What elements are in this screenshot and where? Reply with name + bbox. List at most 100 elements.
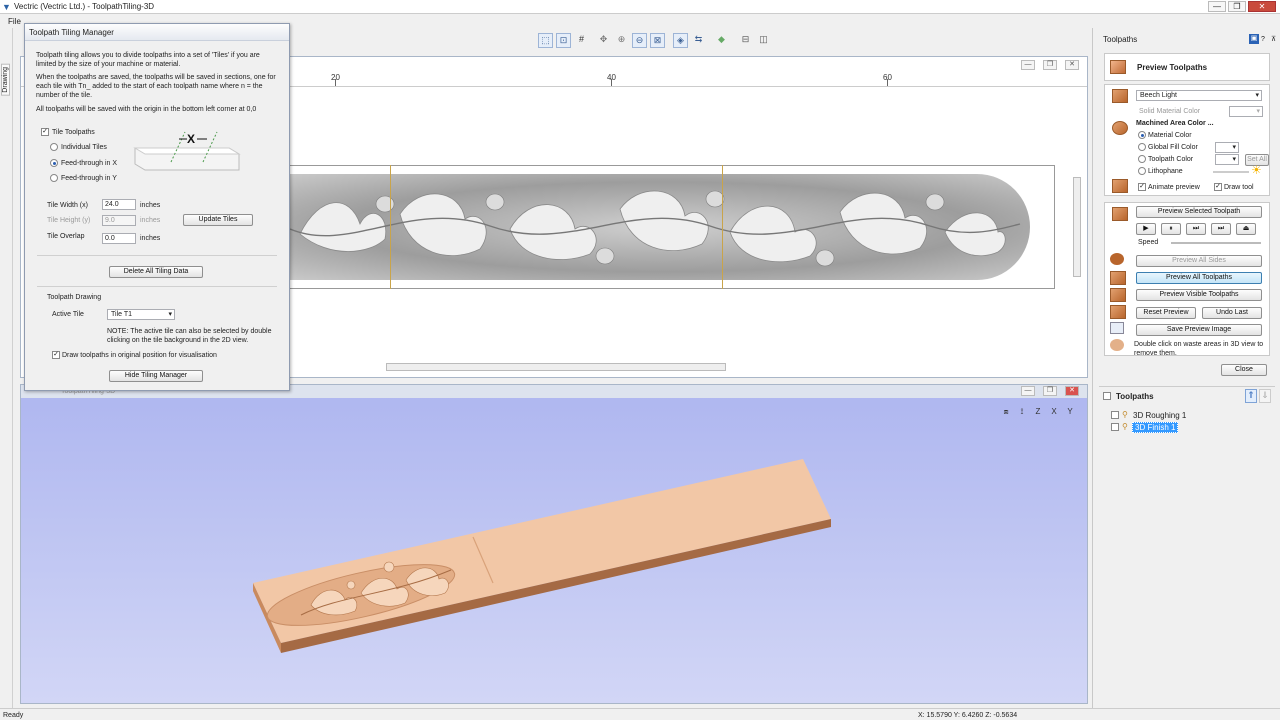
toolpath-checkbox[interactable] xyxy=(1111,423,1119,431)
global-fill-color-radio[interactable] xyxy=(1138,143,1146,151)
zoom-out-icon[interactable]: ⊖ xyxy=(632,33,647,48)
split-vertical-icon[interactable]: ◫ xyxy=(756,33,771,48)
play-icon[interactable]: ▶ xyxy=(1136,223,1156,235)
lithophane-radio[interactable] xyxy=(1138,167,1146,175)
tile-width-label: Tile Width (x) xyxy=(47,202,88,209)
zoom-in-icon[interactable]: ⊕ xyxy=(614,33,629,48)
save-preview-image-button[interactable]: Save Preview Image xyxy=(1136,324,1262,336)
layer-icon[interactable]: ◆ xyxy=(714,33,729,48)
horizontal-scrollbar[interactable] xyxy=(386,363,726,371)
zoom-box-icon[interactable]: ⬚ xyxy=(538,33,553,48)
divider xyxy=(1099,386,1275,387)
active-tile-select[interactable]: Tile T1 xyxy=(107,309,175,320)
view-x-icon[interactable]: X xyxy=(1047,405,1061,419)
left-tab-strip: Drawing xyxy=(0,28,13,708)
menu-file[interactable]: File xyxy=(8,17,21,26)
window-title: Vectric (Vectric Ltd.) - ToolpathTiling-… xyxy=(14,2,155,11)
pin-icon[interactable]: ▣ xyxy=(1249,34,1259,44)
relief-greyscale xyxy=(290,174,1030,280)
hint-text: Double click on waste areas in 3D view t… xyxy=(1134,341,1264,357)
undo-last-button[interactable]: Undo Last xyxy=(1202,307,1262,319)
feed-through-y-radio[interactable] xyxy=(50,174,58,182)
zoom-fit-icon[interactable]: ⊡ xyxy=(556,33,571,48)
preview-selected-button[interactable]: Preview Selected Toolpath xyxy=(1136,206,1262,218)
split-horizontal-icon[interactable]: ⊟ xyxy=(738,33,753,48)
toolpath-item-selected[interactable]: 3D Finish 1 xyxy=(1132,422,1179,433)
toolpath-checkbox[interactable] xyxy=(1111,411,1119,419)
snap-icon[interactable]: ◈ xyxy=(673,33,688,48)
tile-toolpaths-checkbox[interactable]: ✓ xyxy=(41,128,49,136)
tile-toolpaths-label: Tile Toolpaths xyxy=(52,129,95,136)
step-icon[interactable]: ⏭ xyxy=(1186,223,1206,235)
update-tiles-button[interactable]: Update Tiles xyxy=(183,214,253,226)
view2d-maximize-button[interactable]: ❐ xyxy=(1043,60,1057,70)
view-xy-icon[interactable]: ⟟ xyxy=(1015,405,1029,419)
toolpath-color-select[interactable] xyxy=(1215,154,1239,165)
carving-preview-2d[interactable] xyxy=(289,165,1055,289)
solid-color-select[interactable] xyxy=(1229,106,1263,117)
dialog-title: Toolpath Tiling Manager xyxy=(29,28,114,37)
panel-header: Toolpaths ▣ ? ⊼ xyxy=(1093,32,1280,46)
autohide-icon[interactable]: ⊼ xyxy=(1271,35,1276,44)
preview-visible-button[interactable]: Preview Visible Toolpaths xyxy=(1136,289,1262,301)
maximize-button[interactable]: ❐ xyxy=(1228,1,1246,12)
view-z-icon[interactable]: Z xyxy=(1031,405,1045,419)
global-fill-color-select[interactable] xyxy=(1215,142,1239,153)
preview-all-icon xyxy=(1110,271,1126,285)
draw-tool-checkbox[interactable]: ✓ xyxy=(1214,183,1222,191)
zoom-selection-icon[interactable]: ⊠ xyxy=(650,33,665,48)
drawing-tab[interactable]: Drawing xyxy=(1,64,10,96)
close-panel-button[interactable]: Close xyxy=(1221,364,1267,376)
material-icon xyxy=(1112,89,1128,103)
preview-sides-icon xyxy=(1110,253,1124,265)
feed-through-x-radio[interactable] xyxy=(50,159,58,167)
toolpath-color-radio[interactable] xyxy=(1138,155,1146,163)
pan-icon[interactable]: ✥ xyxy=(596,33,611,48)
move-down-icon[interactable]: ⇓ xyxy=(1259,389,1271,403)
tile-width-input[interactable]: 24.0 xyxy=(102,199,136,210)
individual-tiles-radio[interactable] xyxy=(50,143,58,151)
ruler-tick xyxy=(887,79,888,86)
feed-through-x-label: Feed-through in X xyxy=(61,160,118,167)
eject-icon[interactable]: ⏏ xyxy=(1236,223,1256,235)
unit-label: inches xyxy=(140,235,161,242)
help-icon[interactable]: ? xyxy=(1261,35,1265,44)
toolpath-item[interactable]: 3D Roughing 1 xyxy=(1133,411,1186,420)
machined-area-icon xyxy=(1112,121,1128,135)
view2d-minimize-button[interactable]: — xyxy=(1021,60,1035,70)
skip-end-icon[interactable]: ⏭ xyxy=(1211,223,1231,235)
minimize-button[interactable]: — xyxy=(1208,1,1226,12)
view-y-icon[interactable]: Y xyxy=(1063,405,1077,419)
close-window-button[interactable]: ✕ xyxy=(1248,1,1276,12)
delete-tiling-data-button[interactable]: Delete All Tiling Data xyxy=(109,266,203,278)
view3d-close-button[interactable]: ✕ xyxy=(1065,386,1079,396)
speed-slider[interactable] xyxy=(1171,242,1261,244)
view3d-minimize-button[interactable]: — xyxy=(1021,386,1035,396)
tile-height-input[interactable]: 9.0 xyxy=(102,215,136,226)
toolpaths-section-title: Toolpaths xyxy=(1116,392,1154,401)
measure-icon[interactable]: ⇆ xyxy=(691,33,706,48)
title-bar: ▼ Vectric (Vectric Ltd.) - ToolpathTilin… xyxy=(0,0,1280,14)
view2d-close-button[interactable]: ✕ xyxy=(1065,60,1079,70)
hide-tiling-manager-button[interactable]: Hide Tiling Manager xyxy=(109,370,203,382)
vertical-scrollbar[interactable] xyxy=(1073,177,1081,277)
tile-overlap-input[interactable]: 0.0 xyxy=(102,233,136,244)
view-iso-icon[interactable]: ⧈ xyxy=(999,405,1013,419)
grid-icon[interactable]: # xyxy=(574,33,589,48)
lithophane-slider[interactable] xyxy=(1213,171,1249,173)
material-color-radio[interactable] xyxy=(1138,131,1146,139)
pause-icon[interactable]: ⏸ xyxy=(1161,223,1181,235)
preview-all-sides-button[interactable]: Preview All Sides xyxy=(1136,255,1262,267)
reset-preview-button[interactable]: Reset Preview xyxy=(1136,307,1196,319)
wood-board-3d xyxy=(253,459,831,653)
toolpaths-all-checkbox[interactable] xyxy=(1103,392,1111,400)
draw-original-checkbox[interactable]: ✓ xyxy=(52,351,60,359)
preview-all-button[interactable]: Preview All Toolpaths xyxy=(1136,272,1262,284)
move-up-icon[interactable]: ⇑ xyxy=(1245,389,1257,403)
animate-preview-checkbox[interactable]: ✓ xyxy=(1138,183,1146,191)
preview-toolpaths-icon xyxy=(1110,60,1126,74)
material-select[interactable]: Beech Light xyxy=(1136,90,1262,101)
view3d-maximize-button[interactable]: ❐ xyxy=(1043,386,1057,396)
light-icon[interactable]: ☀ xyxy=(1251,163,1262,177)
view-3d[interactable]: ToolpathTiling-3D — ❐ ✕ ⧈ ⟟ Z X Y xyxy=(20,384,1088,704)
